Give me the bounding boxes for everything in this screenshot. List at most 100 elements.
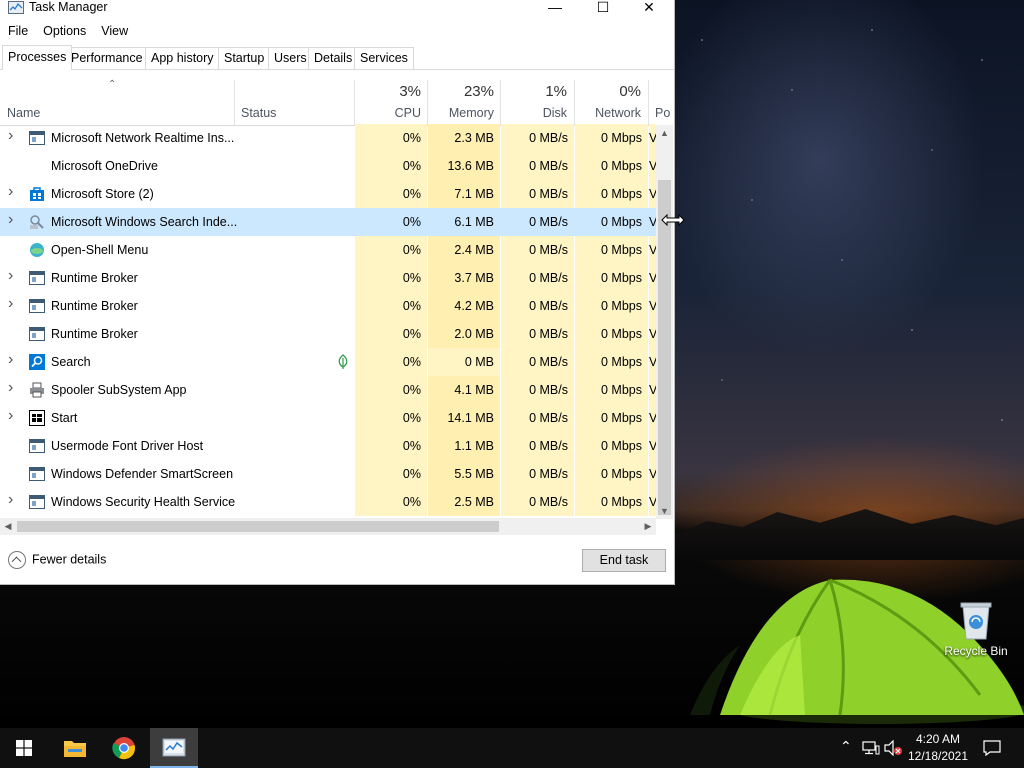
vertical-scrollbar[interactable]: ▲ ▼: [656, 125, 673, 519]
scroll-left-icon[interactable]: ◀: [0, 518, 16, 535]
tab-users[interactable]: Users: [268, 47, 313, 69]
process-row[interactable]: Open-Shell Menu 0%2.4 MB0 MB/s0 MbpsV: [0, 236, 656, 264]
taskbar-file-explorer[interactable]: [50, 728, 98, 768]
disk-total[interactable]: 1%: [501, 83, 567, 100]
menu-file[interactable]: File: [0, 22, 35, 38]
scroll-up-icon[interactable]: ▲: [656, 125, 673, 141]
app-window-icon: [29, 130, 45, 146]
cpu-cell: 0%: [355, 152, 427, 180]
expand-chevron-icon[interactable]: ›: [8, 407, 18, 424]
process-row[interactable]: › Runtime Broker 0%3.7 MB0 MB/s0 MbpsV: [0, 264, 656, 292]
sort-ascending-icon[interactable]: ⌃: [108, 79, 116, 90]
process-row[interactable]: › Search 0%0 MB0 MB/s0 MbpsV: [0, 348, 656, 376]
search-app-icon: [29, 354, 45, 370]
close-button[interactable]: ✕: [626, 0, 672, 18]
column-name[interactable]: Name: [7, 106, 40, 120]
cpu-total[interactable]: 3%: [355, 83, 421, 100]
menu-options[interactable]: Options: [35, 22, 93, 38]
cpu-cell: 0%: [355, 488, 427, 516]
tab-details[interactable]: Details: [308, 47, 359, 69]
column-power[interactable]: Po: [655, 106, 670, 120]
disk-cell: 0 MB/s: [501, 348, 574, 376]
memory-cell: 3.7 MB: [428, 264, 500, 292]
title-bar[interactable]: Task Manager — ☐ ✕: [0, 0, 674, 16]
vertical-scroll-thumb[interactable]: [658, 180, 671, 515]
tab-services[interactable]: Services: [354, 47, 414, 69]
process-name: Usermode Font Driver Host: [51, 439, 204, 453]
disk-cell: 0 MB/s: [501, 264, 574, 292]
clock-date: 12/18/2021: [907, 749, 969, 763]
horizontal-scroll-thumb[interactable]: [17, 521, 499, 532]
process-row[interactable]: › Windows Security Health Service 0% 2.5 MB…: [0, 488, 656, 516]
scroll-right-icon[interactable]: ▶: [640, 518, 656, 535]
expand-chevron-icon[interactable]: ›: [8, 379, 18, 396]
column-memory[interactable]: Memory: [428, 106, 494, 120]
process-row[interactable]: › Microsoft Store (2) 0% 7.1 MB 0 MB/s 0 Mbps…: [0, 180, 656, 208]
clock-button[interactable]: 4:20 AM 12/18/2021: [902, 731, 974, 765]
process-row[interactable]: › Microsoft Windows Search Inde... 0% 6.1 M…: [0, 208, 656, 236]
network-total[interactable]: 0%: [575, 83, 641, 100]
process-row[interactable]: Windows Defender SmartScreen 0% 5.5 MB 0 MB…: [0, 460, 656, 488]
column-header-row: ⌃ Name Status 3% CPU 23% Memory 1% Disk …: [0, 70, 670, 126]
taskbar-chrome[interactable]: [100, 728, 148, 768]
taskbar-task-manager[interactable]: [150, 728, 198, 768]
disk-cell: 0 MB/s: [501, 124, 574, 152]
tab-processes[interactable]: Processes: [2, 45, 73, 70]
memory-total[interactable]: 23%: [428, 83, 494, 100]
collapse-chevron-icon: [8, 551, 26, 569]
cpu-cell: 0%: [355, 292, 427, 320]
end-task-button[interactable]: End task: [582, 549, 666, 572]
power-cell: V: [649, 264, 656, 292]
column-disk[interactable]: Disk: [501, 106, 567, 120]
tab-app-history[interactable]: App history: [145, 47, 220, 69]
expand-chevron-icon[interactable]: ›: [8, 491, 18, 508]
menu-view[interactable]: View: [93, 22, 135, 38]
expand-chevron-icon[interactable]: ›: [8, 295, 18, 312]
tab-startup[interactable]: Startup: [218, 47, 271, 69]
column-separator[interactable]: [648, 80, 649, 125]
disk-cell: 0 MB/s: [501, 488, 574, 516]
disk-cell: 0 MB/s: [501, 180, 574, 208]
process-name: Windows Security Health Service: [51, 495, 236, 509]
app-window-icon: [29, 494, 45, 510]
expand-chevron-icon[interactable]: ›: [8, 267, 18, 284]
process-row[interactable]: Runtime Broker 0%2.0 MB0 MB/s0 MbpsV: [0, 320, 656, 348]
process-name: Microsoft Windows Search Inde...: [51, 215, 238, 229]
process-row[interactable]: › Spooler SubSystem App 0% 4.1 MB 0 MB/s 0 Mb…: [0, 376, 656, 404]
process-row[interactable]: › Microsoft Network Realtime Ins... 0% 2.3 …: [0, 124, 656, 152]
column-cpu[interactable]: CPU: [355, 106, 421, 120]
column-network[interactable]: Network: [575, 106, 641, 120]
action-center-button[interactable]: [980, 728, 1004, 768]
scroll-down-icon[interactable]: ▼: [656, 503, 673, 519]
expand-chevron-icon[interactable]: ›: [8, 351, 18, 368]
column-separator[interactable]: [234, 80, 235, 125]
expand-chevron-icon[interactable]: ›: [8, 127, 18, 144]
process-row[interactable]: › Start 0%14.1 MB0 MB/s0 MbpsV: [0, 404, 656, 432]
expand-chevron-icon[interactable]: ›: [8, 211, 18, 228]
process-list: › Microsoft Network Realtime Ins... 0% 2.3 …: [0, 124, 656, 519]
network-tray-button[interactable]: [860, 728, 880, 768]
disk-cell: 0 MB/s: [501, 152, 574, 180]
horizontal-scrollbar[interactable]: ◀ ▶: [0, 518, 656, 535]
memory-cell: 1.1 MB: [428, 432, 500, 460]
column-status[interactable]: Status: [241, 106, 276, 120]
minimize-icon: —: [548, 0, 562, 15]
network-cell: 0 Mbps: [575, 208, 648, 236]
volume-tray-button[interactable]: [882, 728, 904, 768]
process-row[interactable]: Microsoft OneDrive 0%13.6 MB0 MB/s0 MbpsV: [0, 152, 656, 180]
maximize-button[interactable]: ☐: [580, 0, 626, 18]
power-cell: V: [649, 292, 656, 320]
fewer-details-button[interactable]: Fewer details: [8, 551, 106, 569]
tab-performance[interactable]: Performance: [65, 47, 149, 69]
process-row[interactable]: Usermode Font Driver Host 0% 1.1 MB 0 MB/s 0…: [0, 432, 656, 460]
app-window-icon: [29, 466, 45, 482]
cpu-cell: 0%: [355, 348, 427, 376]
show-hidden-icons-button[interactable]: ⌃: [838, 728, 856, 768]
process-row[interactable]: › Runtime Broker 0%4.2 MB0 MB/s0 MbpsV: [0, 292, 656, 320]
expand-chevron-icon[interactable]: ›: [8, 183, 18, 200]
task-manager-window: Task Manager — ☐ ✕ File Options View Proce…: [0, 0, 675, 585]
power-cell: V: [649, 460, 656, 488]
minimize-button[interactable]: —: [532, 0, 578, 18]
recycle-bin-desktop-icon[interactable]: Recycle Bin: [940, 600, 1012, 658]
start-button[interactable]: [0, 728, 48, 768]
